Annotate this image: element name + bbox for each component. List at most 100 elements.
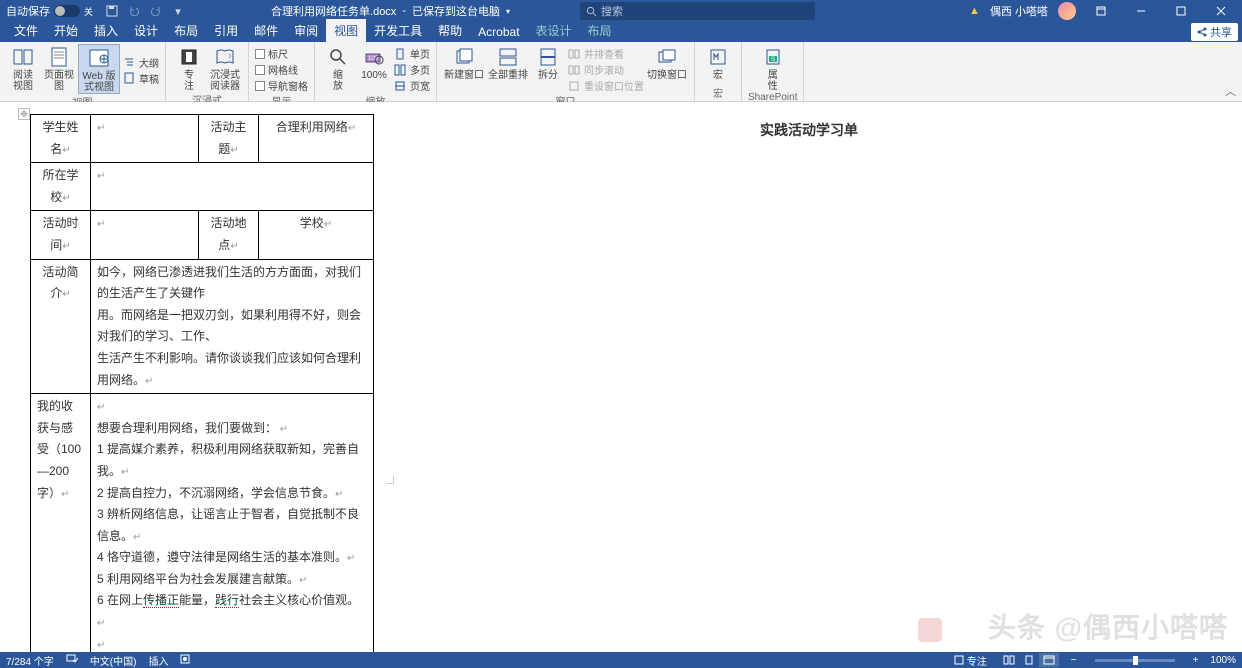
focus-button[interactable]: 专 注	[172, 44, 206, 92]
minimize-icon[interactable]	[1126, 0, 1156, 22]
print-view-icon[interactable]	[1019, 653, 1039, 667]
warning-icon[interactable]: ▲	[969, 5, 980, 17]
table-row: 活动时间↵ ↵ 活动地点↵ 学校↵	[31, 211, 374, 259]
zoom-button[interactable]: 缩 放	[321, 44, 355, 93]
doc-name: 合理利用网络任务单.docx	[271, 3, 396, 19]
tab-table-layout[interactable]: 布局	[580, 19, 620, 42]
new-window-button[interactable]: 新建窗口	[443, 44, 485, 93]
immersive-reader-icon	[214, 46, 236, 68]
cell-value: ↵	[91, 163, 374, 211]
zoom-100-icon: 100	[363, 46, 385, 68]
one-page-button[interactable]: 单页	[393, 46, 430, 61]
draft-button[interactable]: 草稿	[122, 71, 159, 86]
document-title: 合理利用网络任务单.docx - 已保存到这台电脑 ▾	[271, 3, 510, 19]
title-dropdown-icon[interactable]: ▾	[506, 7, 510, 16]
tab-review[interactable]: 审阅	[286, 19, 326, 42]
document-content[interactable]: 实践活动学习单 学生姓名↵ ↵ 活动主题↵ 合理利用网络↵ 所在学校↵ ↵ 活动…	[0, 102, 1242, 652]
share-button[interactable]: 共享	[1191, 23, 1238, 41]
watermark-text: 头条 @偶西小嗒嗒	[988, 606, 1228, 646]
cell-label: 学生姓名↵	[31, 115, 91, 163]
multi-page-button[interactable]: 多页	[393, 62, 430, 77]
immersive-reader-button[interactable]: 沉浸式 阅读器	[208, 44, 242, 92]
document-area[interactable]: ✥ 实践活动学习单 学生姓名↵ ↵ 活动主题↵ 合理利用网络↵ 所在学校↵ ↵ …	[0, 102, 1242, 652]
tab-acrobat[interactable]: Acrobat	[470, 22, 527, 42]
web-view-icon[interactable]	[1039, 653, 1059, 667]
ribbon-display-icon[interactable]	[1086, 0, 1116, 22]
word-count[interactable]: 7/284 个字	[6, 653, 54, 668]
page-title: 实践活动学习单	[760, 118, 858, 143]
search-icon	[586, 6, 597, 17]
split-button[interactable]: 拆分	[531, 44, 565, 93]
tab-help[interactable]: 帮助	[430, 19, 470, 42]
zoom-100-button[interactable]: 100 100%	[357, 44, 391, 93]
tab-design[interactable]: 设计	[126, 19, 166, 42]
tab-developer[interactable]: 开发工具	[366, 19, 430, 42]
autosave-toggle[interactable]: 自动保存 关	[0, 3, 99, 19]
side-by-side-button: 并排查看	[567, 46, 644, 61]
cell-label: 活动简介↵	[31, 259, 91, 394]
macros-button[interactable]: 宏	[701, 44, 735, 85]
table-row: 所在学校↵ ↵	[31, 163, 374, 211]
zoom-level[interactable]: 100%	[1210, 655, 1236, 666]
checkbox-icon	[255, 65, 265, 75]
read-view-icon[interactable]	[999, 653, 1019, 667]
share-label: 共享	[1210, 24, 1232, 40]
qat-customize-icon[interactable]: ▾	[171, 4, 185, 18]
language[interactable]: 中文(中国)	[90, 653, 137, 668]
switch-windows-button[interactable]: 切换窗口	[646, 44, 688, 93]
close-icon[interactable]	[1206, 0, 1236, 22]
form-table[interactable]: 学生姓名↵ ↵ 活动主题↵ 合理利用网络↵ 所在学校↵ ↵ 活动时间↵ ↵ 活动…	[30, 114, 374, 652]
quick-access-toolbar: ▾	[99, 4, 191, 18]
search-box[interactable]: 搜索	[580, 2, 815, 20]
group-macros-label: 宏	[713, 85, 723, 101]
tab-layout[interactable]: 布局	[166, 19, 206, 42]
side-by-side-icon	[567, 47, 581, 61]
properties-button[interactable]: S 属 性	[756, 44, 790, 92]
read-mode-button[interactable]: 阅读 视图	[6, 44, 40, 94]
toggle-switch[interactable]	[54, 5, 80, 17]
tab-table-design[interactable]: 表设计	[528, 19, 580, 42]
save-status: 已保存到这台电脑	[412, 3, 500, 19]
zoom-in-icon[interactable]: +	[1193, 655, 1199, 666]
tab-view[interactable]: 视图	[326, 19, 366, 42]
tab-references[interactable]: 引用	[206, 19, 246, 42]
tab-mailings[interactable]: 邮件	[246, 19, 286, 42]
tab-insert[interactable]: 插入	[86, 19, 126, 42]
cell-label: 活动主题↵	[199, 115, 259, 163]
save-icon[interactable]	[105, 4, 119, 18]
page-width-button[interactable]: 页宽	[393, 78, 430, 93]
properties-icon: S	[762, 46, 784, 68]
avatar[interactable]	[1058, 2, 1076, 20]
collapse-ribbon-icon[interactable]: ︿	[1225, 83, 1236, 99]
user-name[interactable]: 偶西 小嗒嗒	[990, 3, 1048, 19]
draft-icon	[122, 71, 136, 85]
arrange-all-button[interactable]: 全部重排	[487, 44, 529, 93]
table-row: 学生姓名↵ ↵ 活动主题↵ 合理利用网络↵	[31, 115, 374, 163]
spellcheck-icon[interactable]	[66, 654, 78, 667]
undo-icon[interactable]	[127, 4, 141, 18]
svg-text:S: S	[771, 57, 775, 63]
zoom-slider[interactable]	[1095, 659, 1175, 662]
menu-bar: 文件 开始 插入 设计 布局 引用 邮件 审阅 视图 开发工具 帮助 Acrob…	[0, 22, 1242, 42]
slider-thumb[interactable]	[1133, 656, 1138, 665]
reset-pos-icon	[567, 79, 581, 93]
macro-record-icon[interactable]	[180, 654, 190, 667]
search-placeholder: 搜索	[601, 3, 623, 19]
outline-button[interactable]: 大纲	[122, 55, 159, 70]
redo-icon[interactable]	[149, 4, 163, 18]
focus-mode-button[interactable]: 专注	[954, 653, 987, 668]
gridlines-checkbox[interactable]: 网格线	[255, 62, 308, 77]
switch-windows-icon	[656, 46, 678, 68]
table-resize-handle-icon[interactable]	[386, 476, 394, 484]
tab-file[interactable]: 文件	[6, 19, 46, 42]
tab-home[interactable]: 开始	[46, 19, 86, 42]
web-layout-button[interactable]: Web 版式视图	[78, 44, 120, 94]
ruler-checkbox[interactable]: 标尺	[255, 46, 308, 61]
arrange-all-icon	[497, 46, 519, 68]
zoom-out-icon[interactable]: −	[1071, 655, 1077, 666]
maximize-icon[interactable]	[1166, 0, 1196, 22]
split-icon	[537, 46, 559, 68]
insert-mode[interactable]: 插入	[148, 653, 168, 668]
print-layout-button[interactable]: 页面视图	[42, 44, 76, 94]
navpane-checkbox[interactable]: 导航窗格	[255, 78, 308, 93]
